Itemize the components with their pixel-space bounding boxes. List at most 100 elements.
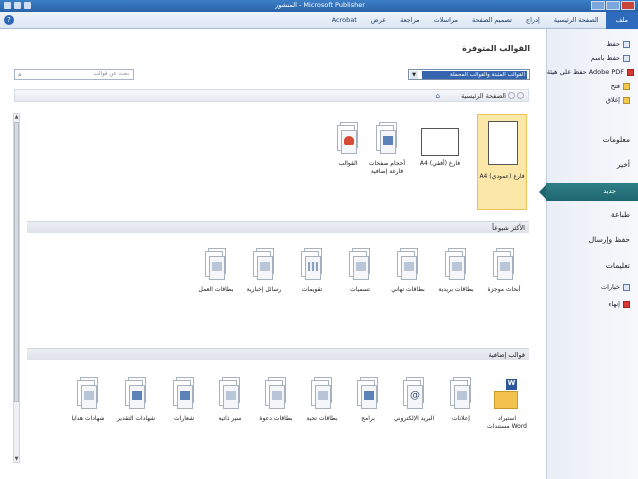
template-source-select[interactable]: القوالب المثبتة والقوالب المحملة ▼ — [408, 69, 530, 80]
tab-file[interactable]: ملف — [605, 12, 638, 29]
scroll-down-icon[interactable]: ▼ — [14, 456, 19, 462]
more-item-label: شهادات التقدير — [117, 415, 155, 422]
nav-new[interactable]: جديد — [539, 183, 638, 201]
nav-save[interactable]: حفظ — [607, 40, 630, 48]
popular-item[interactable]: بطاقات العمل — [196, 248, 236, 294]
tab-page-design[interactable]: تصميم الصفحة — [465, 12, 519, 29]
nav-open-label: فتح — [610, 82, 620, 90]
ribbon-tabs: ملف الصفحة الرئيسية إدراج تصميم الصفحة م… — [325, 12, 638, 29]
scroll-up-icon[interactable]: ▲ — [14, 114, 19, 120]
gift-certificate-icon — [75, 377, 101, 411]
nav-save-pdf[interactable]: حفظ على هيئة Adobe PDF — [547, 68, 634, 76]
forward-button[interactable] — [508, 92, 515, 99]
ribbon: ? ملف الصفحة الرئيسية إدراج تصميم الصفحة… — [0, 12, 638, 29]
nav-save-as-label: حفظ باسم — [590, 54, 620, 62]
template-a4-portrait-label: A4 فارغ (عمودي) — [479, 173, 525, 180]
search-input[interactable]: بحث عن قوالب ⌕ — [14, 69, 134, 80]
home-icon: ⌂ — [435, 92, 440, 100]
template-a4-landscape[interactable]: A4 فارغ (أفقي) — [415, 114, 465, 168]
popular-item-label: تسميات — [350, 286, 370, 293]
more-item[interactable]: برامج — [348, 377, 388, 423]
template-source-value: القوالب المثبتة والقوالب المحملة — [422, 71, 527, 79]
popular-item-label: تقويمات — [301, 286, 323, 293]
popular-item[interactable]: تقويمات — [292, 248, 332, 294]
scroll-thumb[interactable] — [14, 122, 19, 402]
pdf-icon — [627, 68, 634, 76]
undo-icon[interactable] — [14, 2, 21, 9]
nav-save-as[interactable]: حفظ باسم — [591, 54, 630, 62]
postcard-icon — [443, 248, 469, 282]
tab-home[interactable]: الصفحة الرئيسية — [547, 12, 606, 29]
more-item-label: استيراد مستندات Word — [487, 415, 527, 430]
word-import-icon: W — [494, 377, 520, 411]
more-item-label: إعلانات — [452, 415, 470, 422]
nav-options[interactable]: خيارات — [601, 283, 630, 291]
close-file-icon — [623, 96, 630, 104]
template-my-templates-label: القوالب — [338, 160, 358, 167]
save-icon — [623, 40, 630, 48]
breadcrumb-home[interactable]: الصفحة الرئيسية — [461, 92, 506, 100]
more-item[interactable]: شعارات — [164, 377, 204, 423]
search-placeholder: بحث عن قوالب — [93, 71, 129, 77]
tab-view[interactable]: عرض — [364, 12, 393, 29]
more-item[interactable]: شهادات التقدير — [114, 377, 158, 423]
nav-exit[interactable]: إنهاء — [608, 300, 630, 308]
save-icon[interactable] — [4, 2, 11, 9]
nav-new-label: جديد — [603, 187, 616, 195]
more-item[interactable]: سير ذاتية — [210, 377, 250, 423]
popular-item[interactable]: تسميات — [340, 248, 380, 294]
tab-acrobat[interactable]: Acrobat — [325, 12, 364, 29]
tab-insert[interactable]: إدراج — [519, 12, 547, 29]
more-item-label: بطاقات تحية — [306, 415, 338, 422]
advertisement-icon — [448, 377, 474, 411]
more-item[interactable]: بطاقات تحية — [302, 377, 342, 423]
nav-recent[interactable]: أخير — [617, 160, 630, 169]
more-item-label: سير ذاتية — [218, 415, 242, 422]
popular-item[interactable]: بطاقات تهاني — [388, 248, 428, 294]
popular-item[interactable]: بطاقات بريدية — [436, 248, 476, 294]
redo-icon[interactable] — [24, 2, 31, 9]
more-item-label: شهادات هدايا — [71, 415, 105, 422]
nav-exit-label: إنهاء — [608, 300, 620, 308]
page-title: القوالب المتوفرة — [462, 44, 530, 53]
save-as-icon — [623, 54, 630, 62]
business-card-icon — [203, 248, 229, 282]
chevron-down-icon[interactable]: ▼ — [410, 71, 418, 79]
more-item[interactable]: شهادات هدايا — [66, 377, 110, 423]
popular-item[interactable]: رسائل إخبارية — [244, 248, 284, 294]
vertical-scrollbar[interactable]: ▲ ▼ — [13, 113, 20, 463]
my-templates-icon — [335, 122, 361, 156]
more-item[interactable]: إعلانات — [441, 377, 481, 423]
nav-info[interactable]: معلومات — [603, 135, 630, 144]
help-icon[interactable]: ? — [4, 15, 14, 25]
search-icon[interactable]: ⌕ — [18, 71, 22, 79]
nav-close[interactable]: إغلاق — [606, 96, 630, 104]
minimize-button[interactable] — [591, 1, 605, 10]
logo-icon — [171, 377, 197, 411]
close-button[interactable] — [621, 1, 635, 10]
exit-icon — [623, 300, 630, 308]
back-button[interactable] — [517, 92, 524, 99]
brochure-icon — [491, 248, 517, 282]
title-bar: المنشور - Microsoft Publisher — [0, 0, 638, 12]
template-a4-portrait[interactable]: A4 فارغ (عمودي) — [477, 114, 527, 210]
award-certificate-icon — [123, 377, 149, 411]
more-item[interactable]: W استيراد مستندات Word — [486, 377, 528, 431]
tab-mailings[interactable]: مراسلات — [427, 12, 465, 29]
template-blank-sizes[interactable]: أحجام صفحات فارغة إضافية — [362, 122, 412, 176]
invitation-icon — [263, 377, 289, 411]
section-more-templates-title: قوالب إضافية — [488, 351, 525, 359]
nav-print[interactable]: طباعة — [611, 210, 630, 219]
labels-icon — [347, 248, 373, 282]
tab-review[interactable]: مراجعة — [393, 12, 427, 29]
popular-item[interactable]: أبحاث موجزة — [484, 248, 524, 294]
nav-help[interactable]: تعليمات — [606, 261, 630, 270]
nav-open[interactable]: فتح — [611, 82, 630, 90]
more-item[interactable]: بطاقات دعوة — [256, 377, 296, 423]
popular-item-label: بطاقات تهاني — [391, 286, 425, 293]
nav-save-send[interactable]: حفظ وإرسال — [589, 235, 630, 244]
template-my-templates[interactable]: القوالب — [328, 122, 368, 168]
maximize-button[interactable] — [606, 1, 620, 10]
more-item-label: بطاقات دعوة — [259, 415, 293, 422]
more-item[interactable]: @ البريد الإلكتروني — [393, 377, 435, 423]
